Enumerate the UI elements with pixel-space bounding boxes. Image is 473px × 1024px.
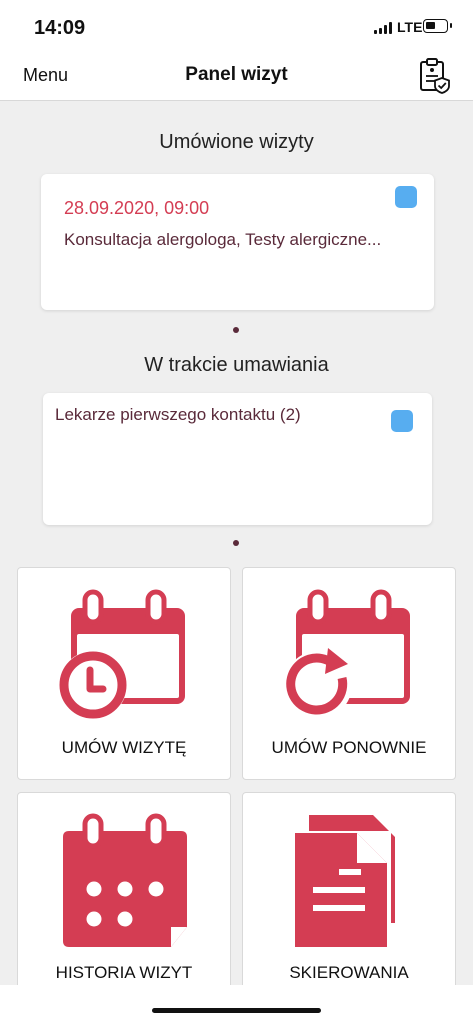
visit-date: 28.09.2020, 09:00 xyxy=(64,198,210,218)
referrals-tile[interactable]: SKIEROWANIA xyxy=(242,792,456,1005)
status-badge xyxy=(395,186,417,208)
tile-label: HISTORIA WIZYT xyxy=(55,963,193,982)
menu-button[interactable]: Menu xyxy=(23,65,68,86)
scheduled-visit-card[interactable]: 28.09.2020, 09:00 Konsultacja alergologa… xyxy=(41,174,434,310)
rebook-visit-tile[interactable]: UMÓW PONOWNIE xyxy=(242,567,456,780)
documents-icon xyxy=(293,815,395,949)
clipboard-shield-icon[interactable] xyxy=(418,58,452,94)
visit-history-tile[interactable]: HISTORIA WIZYT xyxy=(17,792,231,1005)
page-indicator-dot xyxy=(233,327,239,333)
book-visit-tile[interactable]: UMÓW WIZYTĘ xyxy=(17,567,231,780)
tile-label: UMÓW WIZYTĘ xyxy=(61,738,187,757)
scheduled-visits-heading: Umówione wizyty xyxy=(159,131,314,153)
page-title: Panel wizyt xyxy=(185,64,288,85)
calendar-history-icon xyxy=(63,813,187,947)
in-progress-label: Lekarze pierwszego kontaktu (2) xyxy=(55,405,301,424)
status-time: 14:09 xyxy=(34,17,86,39)
status-badge xyxy=(391,410,413,432)
page-indicator-dot xyxy=(233,540,239,546)
battery-icon xyxy=(423,19,452,33)
network-label: LTE xyxy=(397,19,423,35)
home-indicator[interactable] xyxy=(152,1008,321,1013)
tile-label: SKIEROWANIA xyxy=(289,963,409,982)
signal-icon xyxy=(374,22,396,34)
calendar-refresh-icon xyxy=(284,589,410,719)
tile-label: UMÓW PONOWNIE xyxy=(271,738,427,757)
visit-description: Konsultacja alergologa, Testy alergiczne… xyxy=(64,230,382,249)
status-bar: 14:09 LTE xyxy=(0,0,473,52)
calendar-clock-icon xyxy=(59,589,185,719)
in-progress-card[interactable]: Lekarze pierwszego kontaktu (2) xyxy=(43,393,432,525)
nav-bar: Menu Panel wizyt xyxy=(0,52,473,101)
in-progress-heading: W trakcie umawiania xyxy=(144,354,329,376)
bottom-bar xyxy=(0,985,473,1024)
